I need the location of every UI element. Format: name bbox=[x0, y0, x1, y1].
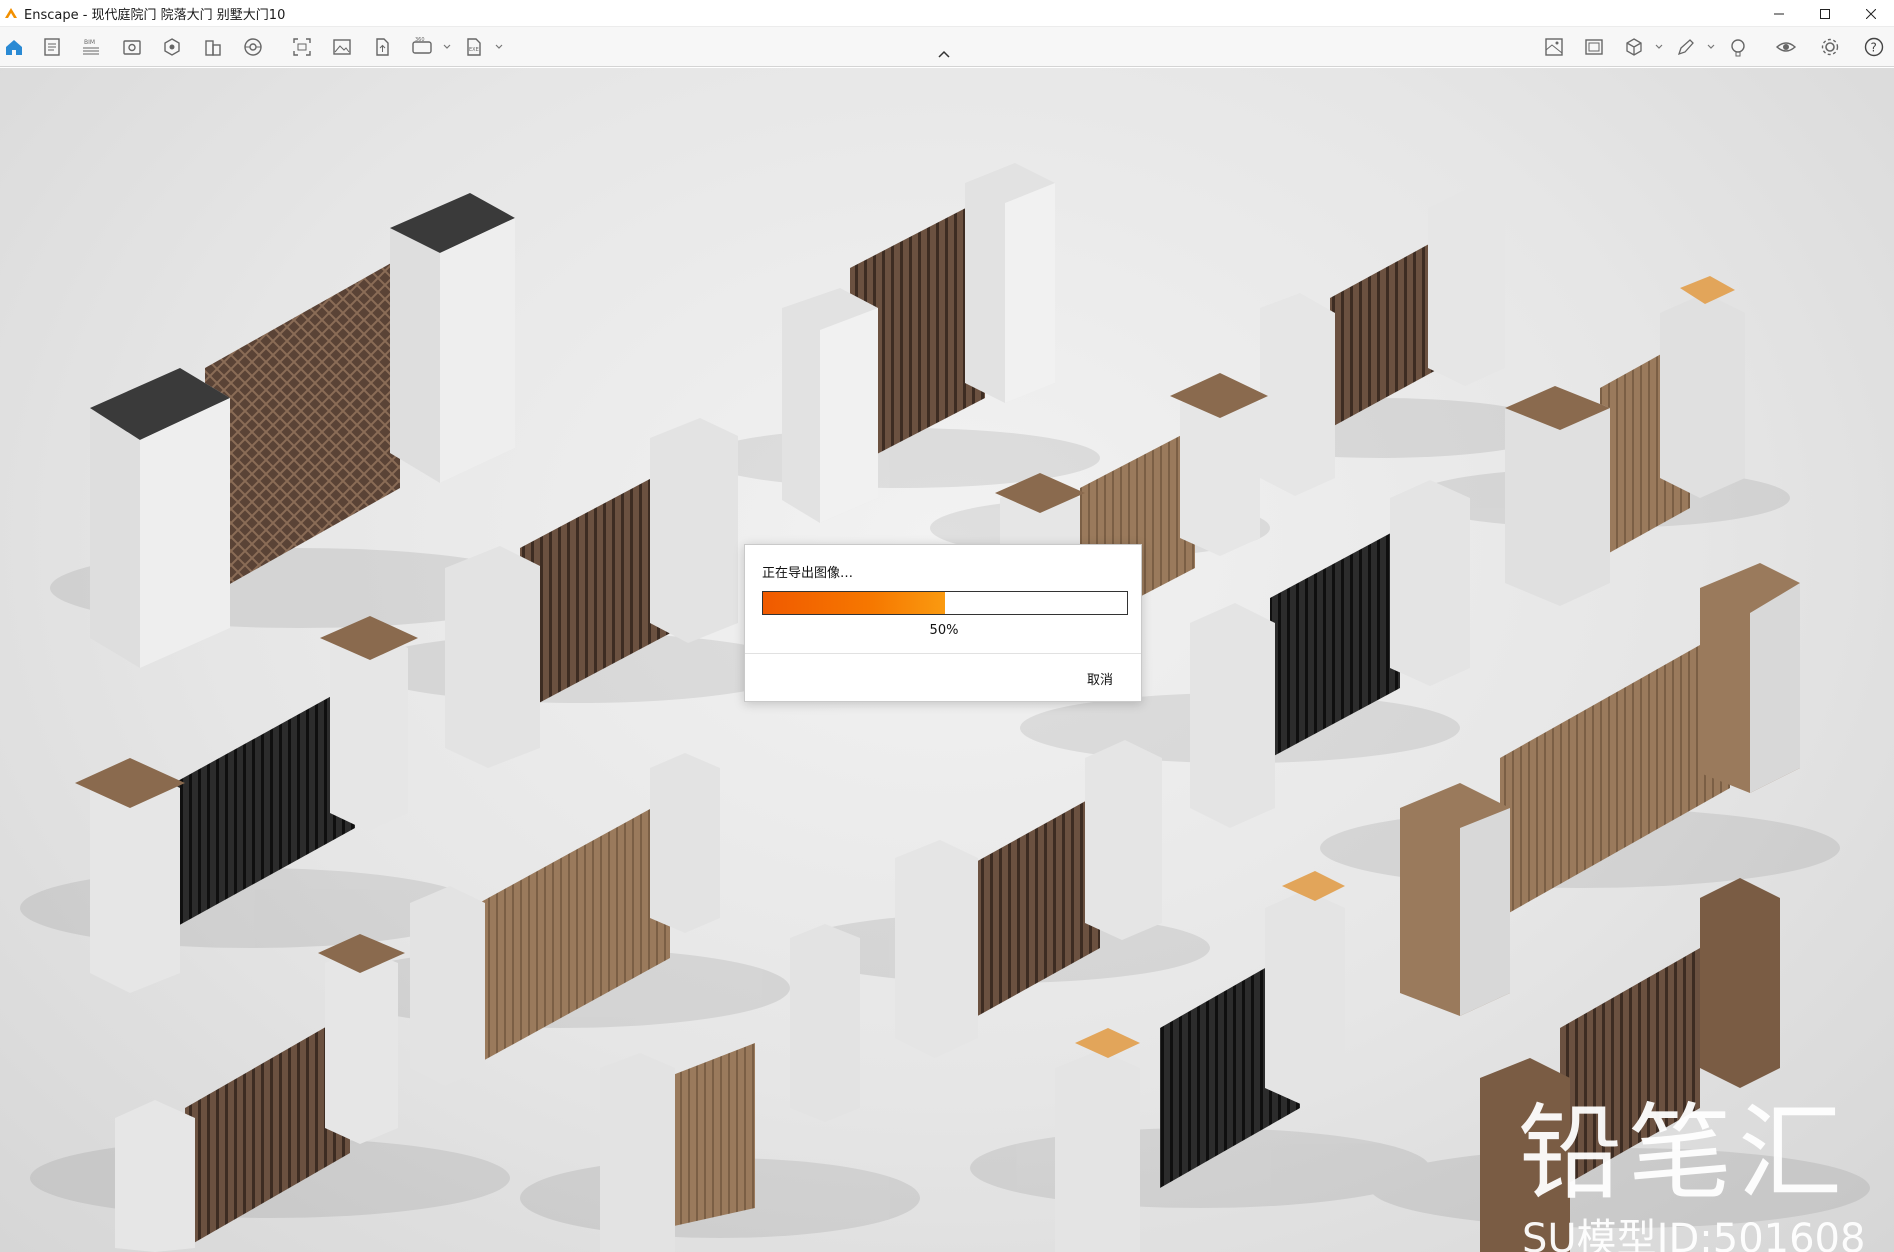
building-icon bbox=[205, 40, 221, 56]
window-controls bbox=[1756, 0, 1894, 27]
upload-icon bbox=[376, 38, 389, 56]
chevron-down-icon bbox=[1655, 44, 1663, 49]
minimap-button[interactable] bbox=[1540, 34, 1568, 60]
dialog-divider bbox=[745, 653, 1141, 654]
image-icon bbox=[333, 39, 351, 55]
exe-label: EXE bbox=[469, 47, 479, 53]
chevron-down-icon bbox=[1707, 44, 1715, 49]
model-id-watermark: SU模型ID:501608 bbox=[1522, 1216, 1866, 1252]
help-button[interactable]: ? bbox=[1860, 34, 1888, 60]
panorama-label: 360 bbox=[415, 37, 425, 43]
bim-button[interactable]: BIM bbox=[77, 34, 105, 60]
dialog-title: 正在导出图像… bbox=[762, 566, 854, 581]
view-button[interactable] bbox=[118, 34, 146, 60]
home-icon bbox=[6, 40, 22, 55]
progress-fill bbox=[763, 592, 945, 614]
eye-button[interactable] bbox=[1772, 34, 1800, 60]
settings-button[interactable] bbox=[1816, 34, 1844, 60]
gate-model-5[interactable] bbox=[445, 418, 738, 768]
minimap-icon bbox=[1545, 38, 1563, 56]
eye-icon bbox=[1775, 42, 1797, 52]
building-button[interactable] bbox=[199, 34, 227, 60]
home-button[interactable] bbox=[0, 34, 28, 60]
help-icon: ? bbox=[1864, 37, 1884, 57]
screenshot-icon bbox=[293, 38, 311, 56]
export-progress-dialog: 正在导出图像… 50% 取消 bbox=[744, 544, 1142, 702]
chevron-up-icon bbox=[938, 50, 950, 58]
close-icon bbox=[1866, 8, 1876, 19]
capture-button[interactable] bbox=[1580, 34, 1608, 60]
bim-label: BIM bbox=[84, 39, 95, 46]
view-icon bbox=[123, 40, 141, 55]
chevron-down-icon bbox=[443, 44, 451, 49]
pen-tool-button[interactable] bbox=[1672, 34, 1700, 60]
export-dropdown-arrow[interactable] bbox=[495, 37, 505, 57]
gate-model-10[interactable] bbox=[410, 753, 720, 1086]
pen-tool-dropdown-arrow[interactable] bbox=[1707, 37, 1717, 57]
export-icon: EXE bbox=[467, 38, 481, 56]
maximize-icon bbox=[1820, 8, 1830, 19]
window-title: Enscape - 现代庭院门 院落大门 别墅大门10 bbox=[24, 7, 286, 23]
chevron-down-icon bbox=[495, 44, 503, 49]
cancel-button[interactable]: 取消 bbox=[1075, 666, 1125, 690]
svg-text:?: ? bbox=[1871, 41, 1877, 55]
cube-view-icon bbox=[1626, 38, 1642, 56]
progress-percent: 50% bbox=[929, 623, 959, 638]
title-bar: Enscape - 现代庭院门 院落大门 别墅大门10 bbox=[0, 0, 1894, 27]
sync-icon bbox=[1731, 39, 1745, 57]
enscape-logo-icon bbox=[5, 8, 17, 18]
gate-model-11[interactable] bbox=[895, 740, 1162, 1058]
screenshot-button[interactable] bbox=[288, 34, 316, 60]
minimize-button[interactable] bbox=[1756, 0, 1802, 27]
object-icon bbox=[164, 38, 180, 56]
cube-view-dropdown-arrow[interactable] bbox=[1655, 37, 1665, 57]
asset-library-icon bbox=[244, 38, 262, 56]
document-button[interactable] bbox=[38, 34, 66, 60]
gate-model-4[interactable] bbox=[1505, 276, 1745, 606]
settings-icon bbox=[1821, 38, 1839, 56]
close-button[interactable] bbox=[1848, 0, 1894, 27]
image-button[interactable] bbox=[328, 34, 356, 60]
collapse-toolbar-button[interactable] bbox=[936, 47, 952, 61]
cube-view-button[interactable] bbox=[1620, 34, 1648, 60]
upload-button[interactable] bbox=[368, 34, 396, 60]
panorama-button[interactable]: 360 bbox=[408, 34, 436, 60]
capture-icon bbox=[1585, 39, 1603, 55]
brand-watermark: 铅笔汇 bbox=[1518, 1092, 1849, 1214]
maximize-button[interactable] bbox=[1802, 0, 1848, 27]
sync-button[interactable] bbox=[1724, 34, 1752, 60]
pen-tool-icon bbox=[1677, 39, 1694, 56]
object-button[interactable] bbox=[158, 34, 186, 60]
bim-icon: BIM bbox=[83, 39, 99, 55]
asset-library-button[interactable] bbox=[239, 34, 267, 60]
panorama-dropdown-arrow[interactable] bbox=[443, 37, 453, 57]
minimize-icon bbox=[1774, 13, 1784, 14]
export-button[interactable]: EXE bbox=[460, 34, 488, 60]
document-icon bbox=[44, 38, 60, 56]
panorama-360-icon: 360 bbox=[412, 37, 432, 54]
export-progress-bar bbox=[762, 591, 1128, 615]
